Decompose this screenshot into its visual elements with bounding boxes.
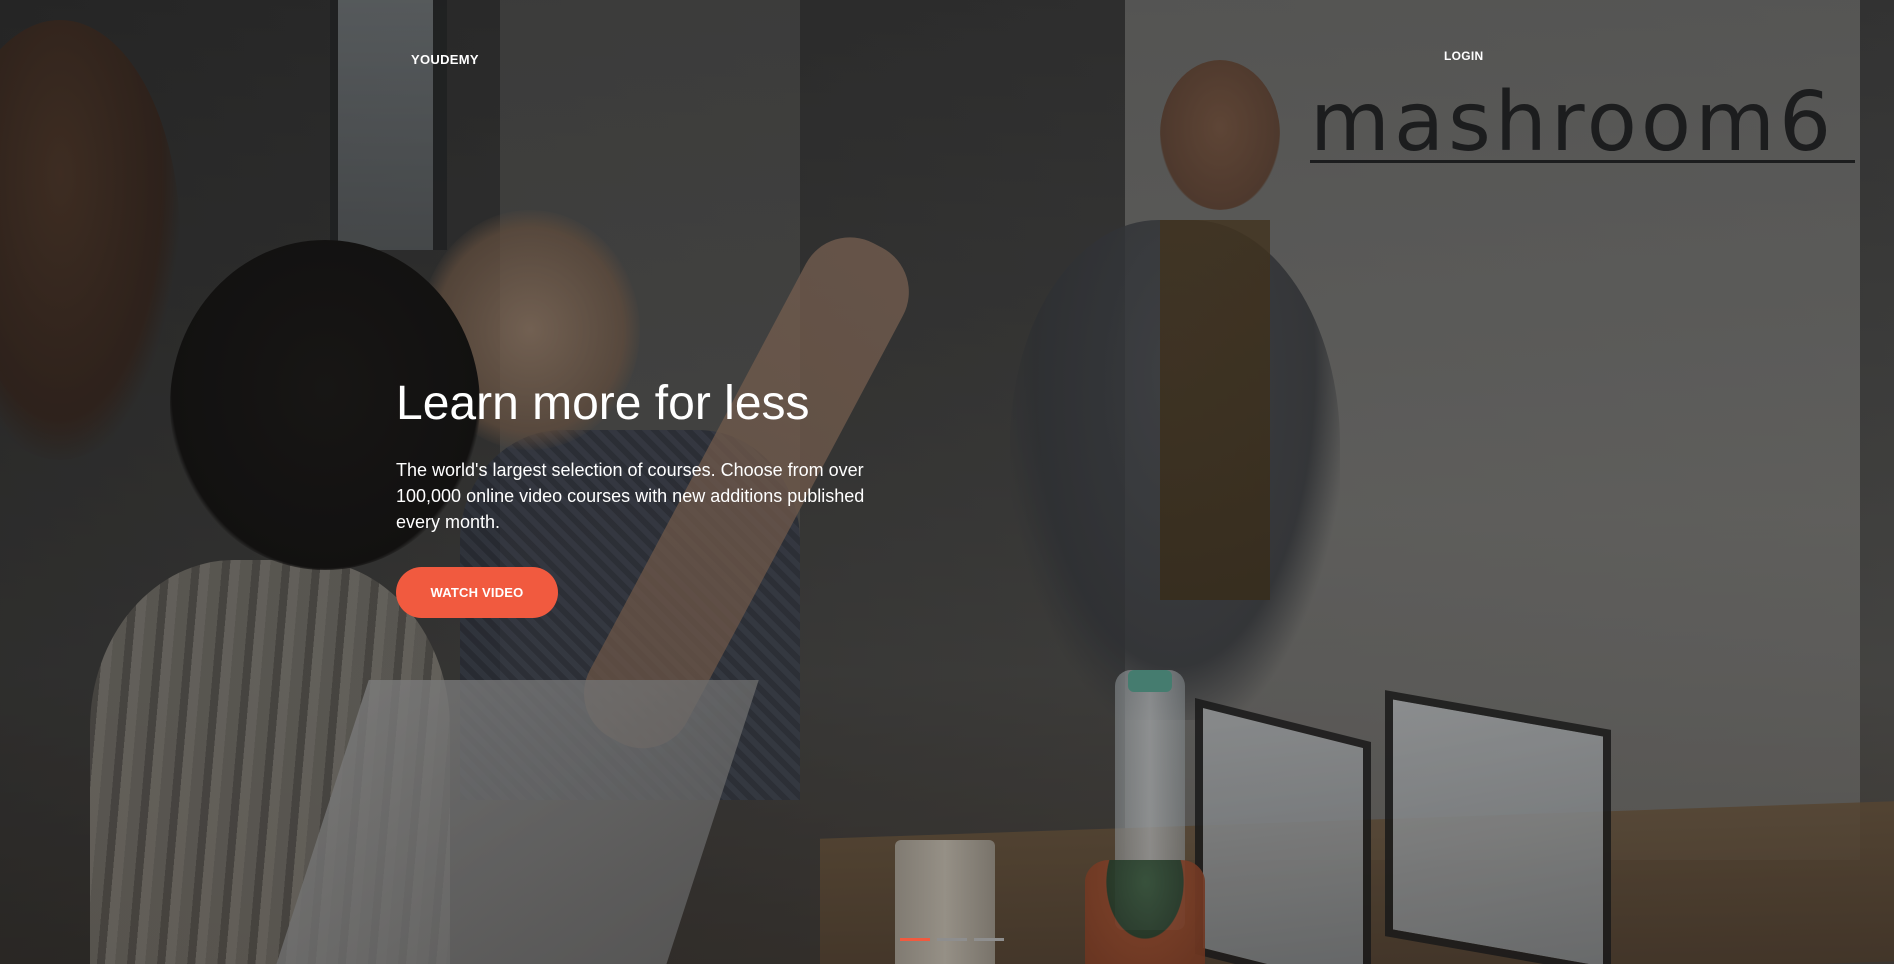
hero-title: Learn more for less — [396, 377, 810, 430]
brand-logo-link[interactable]: YOUDEMY — [411, 52, 479, 67]
hero-subtitle: The world's largest selection of courses… — [396, 460, 865, 533]
carousel-indicator-1[interactable] — [900, 938, 930, 941]
carousel-indicator-2[interactable] — [937, 938, 967, 941]
hero-overlay — [0, 0, 1894, 964]
carousel-indicators — [900, 938, 1004, 941]
hero-content: Learn more for less The world's largest … — [396, 376, 916, 619]
hero-section: mashroom6 YOUDEMY LOGIN Learn more for l… — [0, 0, 1894, 964]
watch-video-button[interactable]: WATCH VIDEO — [396, 567, 558, 619]
login-link[interactable]: LOGIN — [1444, 49, 1484, 63]
carousel-indicator-3[interactable] — [974, 938, 1004, 941]
